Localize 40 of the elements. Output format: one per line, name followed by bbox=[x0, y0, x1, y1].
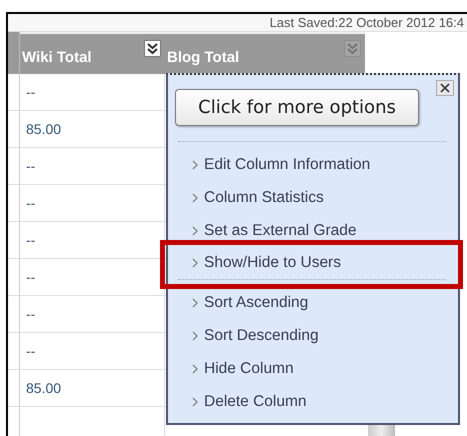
table-cell: -- bbox=[20, 222, 165, 259]
chevron-down-icon[interactable] bbox=[144, 40, 161, 57]
chevron-right-icon bbox=[192, 298, 198, 308]
row-header-cell bbox=[8, 111, 20, 148]
menu-item[interactable]: Column Statistics bbox=[192, 188, 324, 206]
scrollbar[interactable] bbox=[368, 425, 395, 436]
table-cell: -- bbox=[20, 148, 165, 185]
menu-item[interactable]: Show/Hide to Users bbox=[192, 254, 341, 272]
chevron-right-icon bbox=[192, 258, 198, 268]
menu-item[interactable]: Hide Column bbox=[192, 360, 294, 378]
chevron-right-icon bbox=[192, 226, 198, 236]
tooltip: Click for more options bbox=[175, 89, 419, 126]
close-icon[interactable] bbox=[436, 80, 454, 96]
chevron-right-icon bbox=[192, 364, 198, 374]
row-header-cell bbox=[8, 333, 20, 370]
row-header-cell bbox=[8, 74, 20, 111]
table-cell: -- bbox=[20, 296, 165, 333]
table-cell: -- bbox=[20, 259, 165, 296]
last-saved-text: Last Saved:22 October 2012 16:4 bbox=[270, 15, 464, 30]
row-header-cell bbox=[8, 259, 20, 296]
chevron-right-icon bbox=[192, 396, 198, 406]
table-cell: -- bbox=[20, 333, 165, 370]
row-header-cell bbox=[8, 296, 20, 333]
menu-item[interactable]: Edit Column Information bbox=[192, 156, 370, 174]
chevron-right-icon bbox=[192, 330, 198, 340]
table-cell: 85.00 bbox=[20, 111, 165, 148]
menu-item[interactable]: Sort Ascending bbox=[192, 294, 308, 312]
row-header-cell bbox=[8, 148, 20, 185]
row-header-cell bbox=[8, 185, 20, 222]
chevron-right-icon bbox=[192, 192, 198, 202]
table-cell: 85.00 bbox=[20, 370, 165, 407]
table-cell: -- bbox=[20, 74, 165, 111]
column-title: Blog Total bbox=[167, 49, 240, 68]
menu-item[interactable]: Sort Descending bbox=[192, 326, 319, 344]
menu-item[interactable]: Set as External Grade bbox=[192, 222, 356, 240]
row-header-cell bbox=[8, 222, 20, 259]
column-title: Wiki Total bbox=[22, 49, 92, 68]
table-cell: -- bbox=[20, 185, 165, 222]
menu-item[interactable]: Delete Column bbox=[192, 392, 307, 410]
chevron-right-icon bbox=[192, 160, 198, 170]
